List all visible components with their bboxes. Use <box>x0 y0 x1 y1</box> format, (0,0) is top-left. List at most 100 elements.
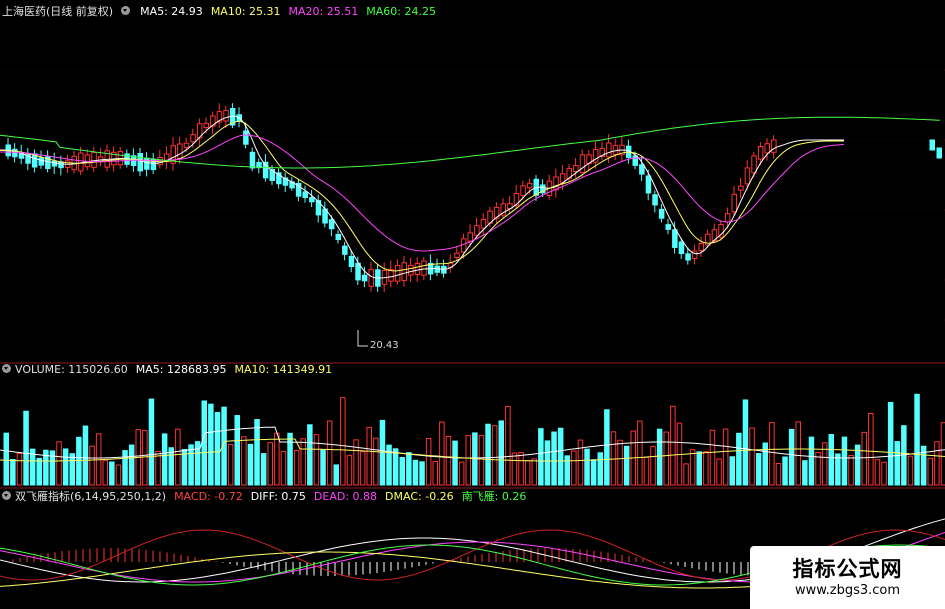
volume-ma10-value: MA10: 141349.91 <box>234 362 333 376</box>
price-candle-body <box>203 122 209 128</box>
price-candle-body <box>480 218 487 229</box>
volume-bar <box>868 412 874 486</box>
price-candle-body <box>724 213 731 223</box>
volume-bar <box>168 447 174 486</box>
price-candle-body <box>467 232 473 242</box>
legend-menu-icon[interactable] <box>121 5 132 18</box>
volume-bar <box>333 464 339 486</box>
volume-bar <box>775 462 782 486</box>
volume-bar <box>881 461 887 486</box>
price-candle-body <box>929 139 935 151</box>
price-candle-body <box>91 151 97 168</box>
price-candle-body <box>183 142 190 149</box>
volume-bar <box>577 439 584 486</box>
volume-bar <box>505 405 511 486</box>
volume-bar <box>260 453 267 486</box>
volume-bar <box>366 426 372 486</box>
price-candle-body <box>632 155 638 166</box>
volume-bar <box>56 441 62 486</box>
indicator-legend: 双飞雁指标(6,14,95,250,1,2) MACD: -0.72 DIFF:… <box>0 488 526 504</box>
volume-bar <box>465 435 471 486</box>
volume-bar <box>940 422 945 486</box>
volume-bar <box>643 456 650 486</box>
volume-bar <box>214 411 221 486</box>
price-candle-body <box>553 176 559 191</box>
volume-bar <box>835 453 841 486</box>
price-candles <box>5 103 942 292</box>
volume-bar <box>749 427 755 486</box>
volume-bar <box>907 455 914 486</box>
price-candle-body <box>757 145 764 160</box>
volume-bar <box>439 421 445 486</box>
volume-bar <box>848 454 854 486</box>
volume-bar <box>887 401 894 486</box>
volume-bar <box>604 409 610 486</box>
volume-bar <box>478 434 485 486</box>
ma5-line <box>0 115 844 279</box>
price-candle-body <box>368 269 374 287</box>
volume-bar <box>227 443 234 486</box>
price-candle-body <box>157 156 163 166</box>
volume-bar <box>584 448 590 486</box>
price-candle-body <box>672 229 678 248</box>
price-candle-body <box>78 152 84 172</box>
volume-bar <box>650 445 656 486</box>
volume-bar <box>769 422 775 486</box>
price-candle-body <box>394 265 401 282</box>
volume-bar <box>3 432 9 486</box>
volume-bar <box>115 464 122 486</box>
volume-bar <box>326 420 333 486</box>
volume-bar <box>861 431 867 486</box>
volume-bar <box>617 439 623 486</box>
price-candle-body <box>408 265 414 276</box>
volume-bar <box>518 451 524 486</box>
volume-bar <box>392 448 399 486</box>
volume-bar <box>359 451 366 486</box>
volume-bar <box>452 440 458 486</box>
stock-title: 上海医药(日线 前复权) <box>2 5 114 18</box>
indicator-diff-value: DIFF: 0.75 <box>250 489 306 503</box>
volume-bar <box>234 415 240 486</box>
volume-bar <box>485 423 491 486</box>
price-candle-body <box>223 109 229 122</box>
stock-chart[interactable] <box>0 0 945 609</box>
volume-bar <box>841 436 848 486</box>
volume-bar <box>175 428 181 486</box>
volume-bar <box>36 457 42 486</box>
watermark-url: www.zbgs3.com <box>794 582 901 598</box>
volume-bar <box>307 424 313 486</box>
volume-bar <box>399 457 405 486</box>
volume-bar <box>293 449 300 486</box>
price-candle-body <box>652 194 658 206</box>
price-candle-body <box>342 245 348 255</box>
price-candle-body <box>520 185 526 196</box>
price-candle-body <box>936 147 942 159</box>
price-candle-body <box>665 224 671 230</box>
volume-menu-icon[interactable] <box>2 363 13 376</box>
volume-bar <box>267 442 273 486</box>
volume-bar <box>729 456 735 486</box>
volume-bar <box>538 428 544 486</box>
indicator-menu-icon[interactable] <box>2 490 13 503</box>
volume-bar <box>610 431 617 486</box>
price-candle-body <box>744 167 751 185</box>
volume-bar <box>914 393 920 486</box>
volume-bar <box>557 427 564 486</box>
volume-bar <box>795 421 801 486</box>
price-candle-body <box>302 191 308 199</box>
volume-bar <box>637 420 643 486</box>
price-candle-body <box>658 208 665 219</box>
price-candle-body <box>309 197 315 203</box>
volume-bar <box>274 432 280 486</box>
price-candle-body <box>639 164 645 175</box>
price-candle-body <box>328 219 335 230</box>
volume-bar <box>683 463 689 486</box>
volume-bars <box>3 393 945 486</box>
price-candle-body <box>177 143 183 159</box>
price-candle-body <box>526 182 533 189</box>
price-candle-body <box>645 175 652 194</box>
volume-bar <box>716 458 722 486</box>
price-legend: 上海医药(日线 前复权) MA5: 24.93 MA10: 25.31 MA20… <box>0 3 436 19</box>
volume-bar <box>689 449 696 486</box>
volume-bar <box>656 428 663 486</box>
